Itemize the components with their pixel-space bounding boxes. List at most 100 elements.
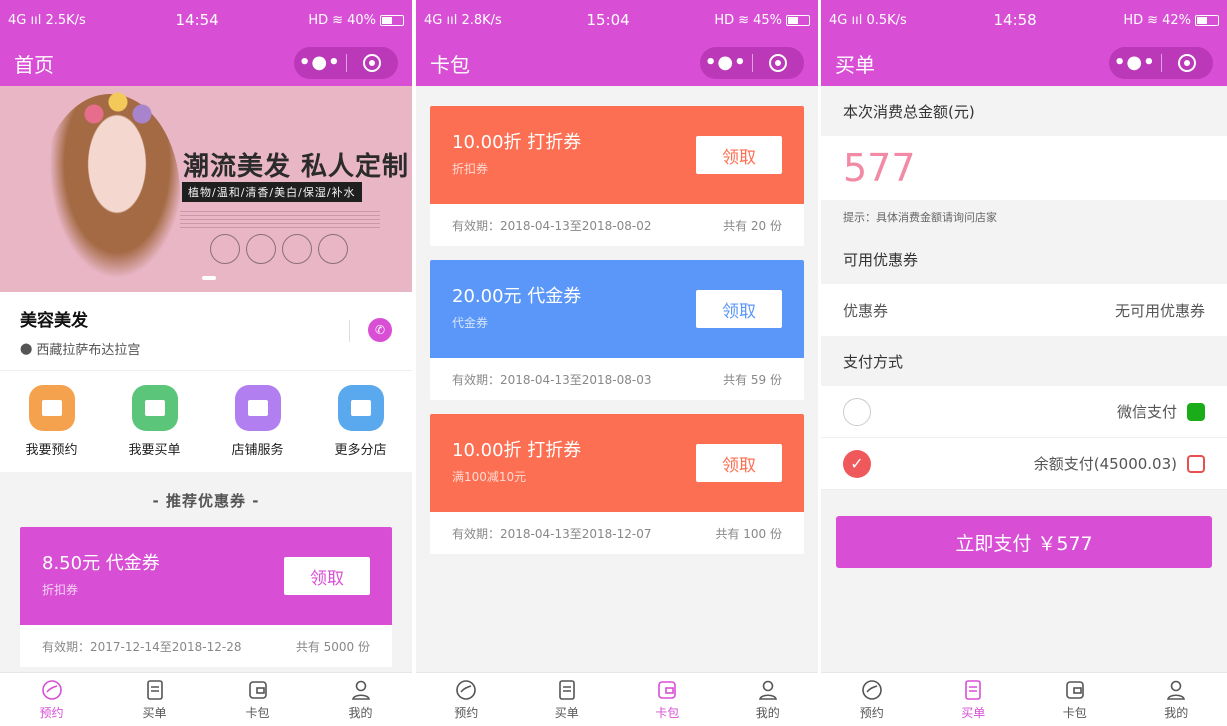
battery-icon — [379, 14, 404, 26]
booking-icon — [41, 679, 62, 700]
card-icon — [234, 385, 281, 431]
more-button[interactable]: •●• — [700, 48, 752, 78]
claim-button[interactable]: 领取 — [696, 136, 782, 174]
coupon-card: 20.00元 代金券 代金券 领取 有效期：2018-04-13至2018-08… — [430, 260, 804, 400]
phone-icon: ✆ — [374, 323, 386, 337]
coupon-card: 8.50元 代金券 折扣券 领取 有效期：2017-12-14至2018-12-… — [20, 527, 392, 667]
coupon-header: 8.50元 代金券 折扣券 领取 — [20, 527, 392, 625]
tab-booking[interactable]: 预约 — [0, 673, 103, 726]
wallet-icon — [1187, 454, 1205, 473]
payment-label: 余额支付(45000.03) — [1033, 455, 1177, 473]
page-title: 首页 — [14, 52, 54, 77]
pay-now-button[interactable]: 立即支付 ￥577 — [836, 516, 1212, 568]
status-bar: 4G ııl 2.8K/s 15:04 HD ≋ 45% — [416, 0, 818, 40]
mini-program-capsule: •●• — [1109, 47, 1213, 79]
status-right: HD ≋ 42% — [1123, 13, 1219, 28]
nav-bar: 卡包 •●• — [416, 40, 818, 86]
tab-me[interactable]: 我的 — [718, 673, 819, 726]
coupon-footer: 有效期：2017-12-14至2018-12-28 共有 5000 份 — [20, 625, 392, 667]
tab-bar: 预约 买单 卡包 我的 — [0, 672, 412, 726]
store-address[interactable]: ⬤ 西藏拉萨布达拉宫 — [20, 339, 392, 358]
coupon-footer: 有效期：2018-04-13至2018-08-02 共有 20 份 — [430, 204, 804, 246]
quick-pay[interactable]: 我要买单 — [103, 371, 206, 472]
payment-section-title: 支付方式 — [843, 352, 904, 371]
wallet-icon — [248, 680, 267, 699]
quick-label: 更多分店 — [334, 443, 387, 458]
close-button[interactable] — [753, 54, 805, 72]
quick-branches[interactable]: 更多分店 — [309, 371, 412, 472]
status-bar: 4G ııl 0.5K/s 14:58 HD ≋ 42% — [821, 0, 1227, 40]
radio-unchecked[interactable] — [843, 397, 871, 426]
coupon-footer: 有效期：2018-04-13至2018-08-03 共有 59 份 — [430, 358, 804, 400]
user-icon — [758, 680, 777, 700]
tab-bar: 预约 买单 卡包 我的 — [821, 672, 1227, 726]
tab-label: 我的 — [1164, 705, 1189, 720]
call-button[interactable]: ✆ — [368, 318, 392, 342]
total-amount-input[interactable]: 577 — [821, 136, 1227, 200]
tab-booking[interactable]: 预约 — [416, 673, 517, 726]
tab-me[interactable]: 我的 — [1126, 673, 1227, 726]
coupon-header: 10.00折 打折券 折扣券 领取 — [430, 106, 804, 204]
promo-banner[interactable]: 潮流美发 私人定制 植物/温和/清香/美白/保湿/补水 — [0, 86, 412, 292]
tab-wallet[interactable]: 卡包 — [1024, 673, 1126, 726]
page-title: 买单 — [835, 52, 875, 77]
more-button[interactable]: •●• — [294, 48, 346, 78]
bill-icon — [965, 679, 982, 700]
nav-bar: 买单 •●• — [821, 40, 1227, 86]
coupon-count: 共有 5000 份 — [295, 639, 370, 654]
user-icon — [351, 680, 370, 700]
banner-fine-print — [180, 208, 380, 228]
more-button[interactable]: •●• — [1109, 48, 1161, 78]
bill-icon — [146, 679, 163, 700]
tab-pay[interactable]: 买单 — [103, 673, 206, 726]
close-target-icon — [1178, 54, 1197, 72]
tab-label: 预约 — [859, 705, 884, 720]
quick-label: 店铺服务 — [231, 443, 284, 458]
store-address-text: 西藏拉萨布达拉宫 — [36, 343, 141, 358]
tab-wallet[interactable]: 卡包 — [206, 673, 309, 726]
banner-badges — [210, 234, 348, 264]
coupon-validity: 有效期：2018-04-13至2018-12-07 — [452, 526, 652, 541]
tab-label: 卡包 — [655, 705, 680, 720]
bill-icon — [558, 679, 575, 700]
wallet-icon — [1065, 680, 1084, 699]
close-target-icon — [769, 54, 788, 72]
coupon-header: 10.00折 打折券 满100减10元 领取 — [430, 414, 804, 512]
payment-option-wechat[interactable]: 微信支付 — [821, 386, 1227, 438]
coupon-count: 共有 100 份 — [715, 526, 782, 541]
radio-checked[interactable]: ✓ — [843, 449, 871, 478]
coupon-validity: 有效期：2017-12-14至2018-12-28 — [42, 639, 242, 654]
payment-option-balance[interactable]: ✓ 余额支付(45000.03) — [821, 438, 1227, 490]
tab-pay[interactable]: 买单 — [923, 673, 1025, 726]
quick-label: 我要预约 — [25, 443, 78, 458]
close-button[interactable] — [347, 54, 399, 72]
tab-label: 我的 — [755, 705, 780, 720]
shop-icon — [337, 385, 384, 431]
status-time: 14:54 — [175, 11, 219, 29]
claim-button[interactable]: 领取 — [284, 557, 370, 595]
coupon-count: 共有 20 份 — [723, 218, 782, 233]
tab-booking[interactable]: 预约 — [821, 673, 923, 726]
tab-pay[interactable]: 买单 — [517, 673, 618, 726]
quick-services[interactable]: 店铺服务 — [206, 371, 309, 472]
banner-headline: 潮流美发 私人定制 — [183, 152, 410, 182]
tab-bar: 预约 买单 卡包 我的 — [416, 672, 818, 726]
tab-me[interactable]: 我的 — [309, 673, 412, 726]
coupon-list: 10.00折 打折券 折扣券 领取 有效期：2018-04-13至2018-08… — [416, 86, 818, 554]
store-name: 美容美发 — [20, 311, 88, 331]
checkout-screen: 4G ııl 0.5K/s 14:58 HD ≋ 42% 买单 •●• 本次消费… — [818, 0, 1227, 726]
carousel-indicator[interactable] — [202, 276, 216, 280]
quick-appointment[interactable]: 我要预约 — [0, 371, 103, 472]
status-time: 15:04 — [586, 11, 630, 29]
tab-wallet[interactable]: 卡包 — [617, 673, 718, 726]
coupon-selector[interactable]: 优惠券 无可用优惠券 — [821, 284, 1227, 336]
coupon-row-value: 无可用优惠券 — [1114, 301, 1205, 320]
location-pin-icon: ⬤ — [20, 342, 33, 355]
claim-button[interactable]: 领取 — [696, 444, 782, 482]
claim-button[interactable]: 领取 — [696, 290, 782, 328]
coupon-footer: 有效期：2018-04-13至2018-12-07 共有 100 份 — [430, 512, 804, 554]
divider — [349, 320, 350, 342]
store-info: 美容美发 ⬤ 西藏拉萨布达拉宫 ✆ — [0, 292, 412, 370]
tab-label: 买单 — [554, 705, 579, 720]
close-button[interactable] — [1162, 54, 1214, 72]
